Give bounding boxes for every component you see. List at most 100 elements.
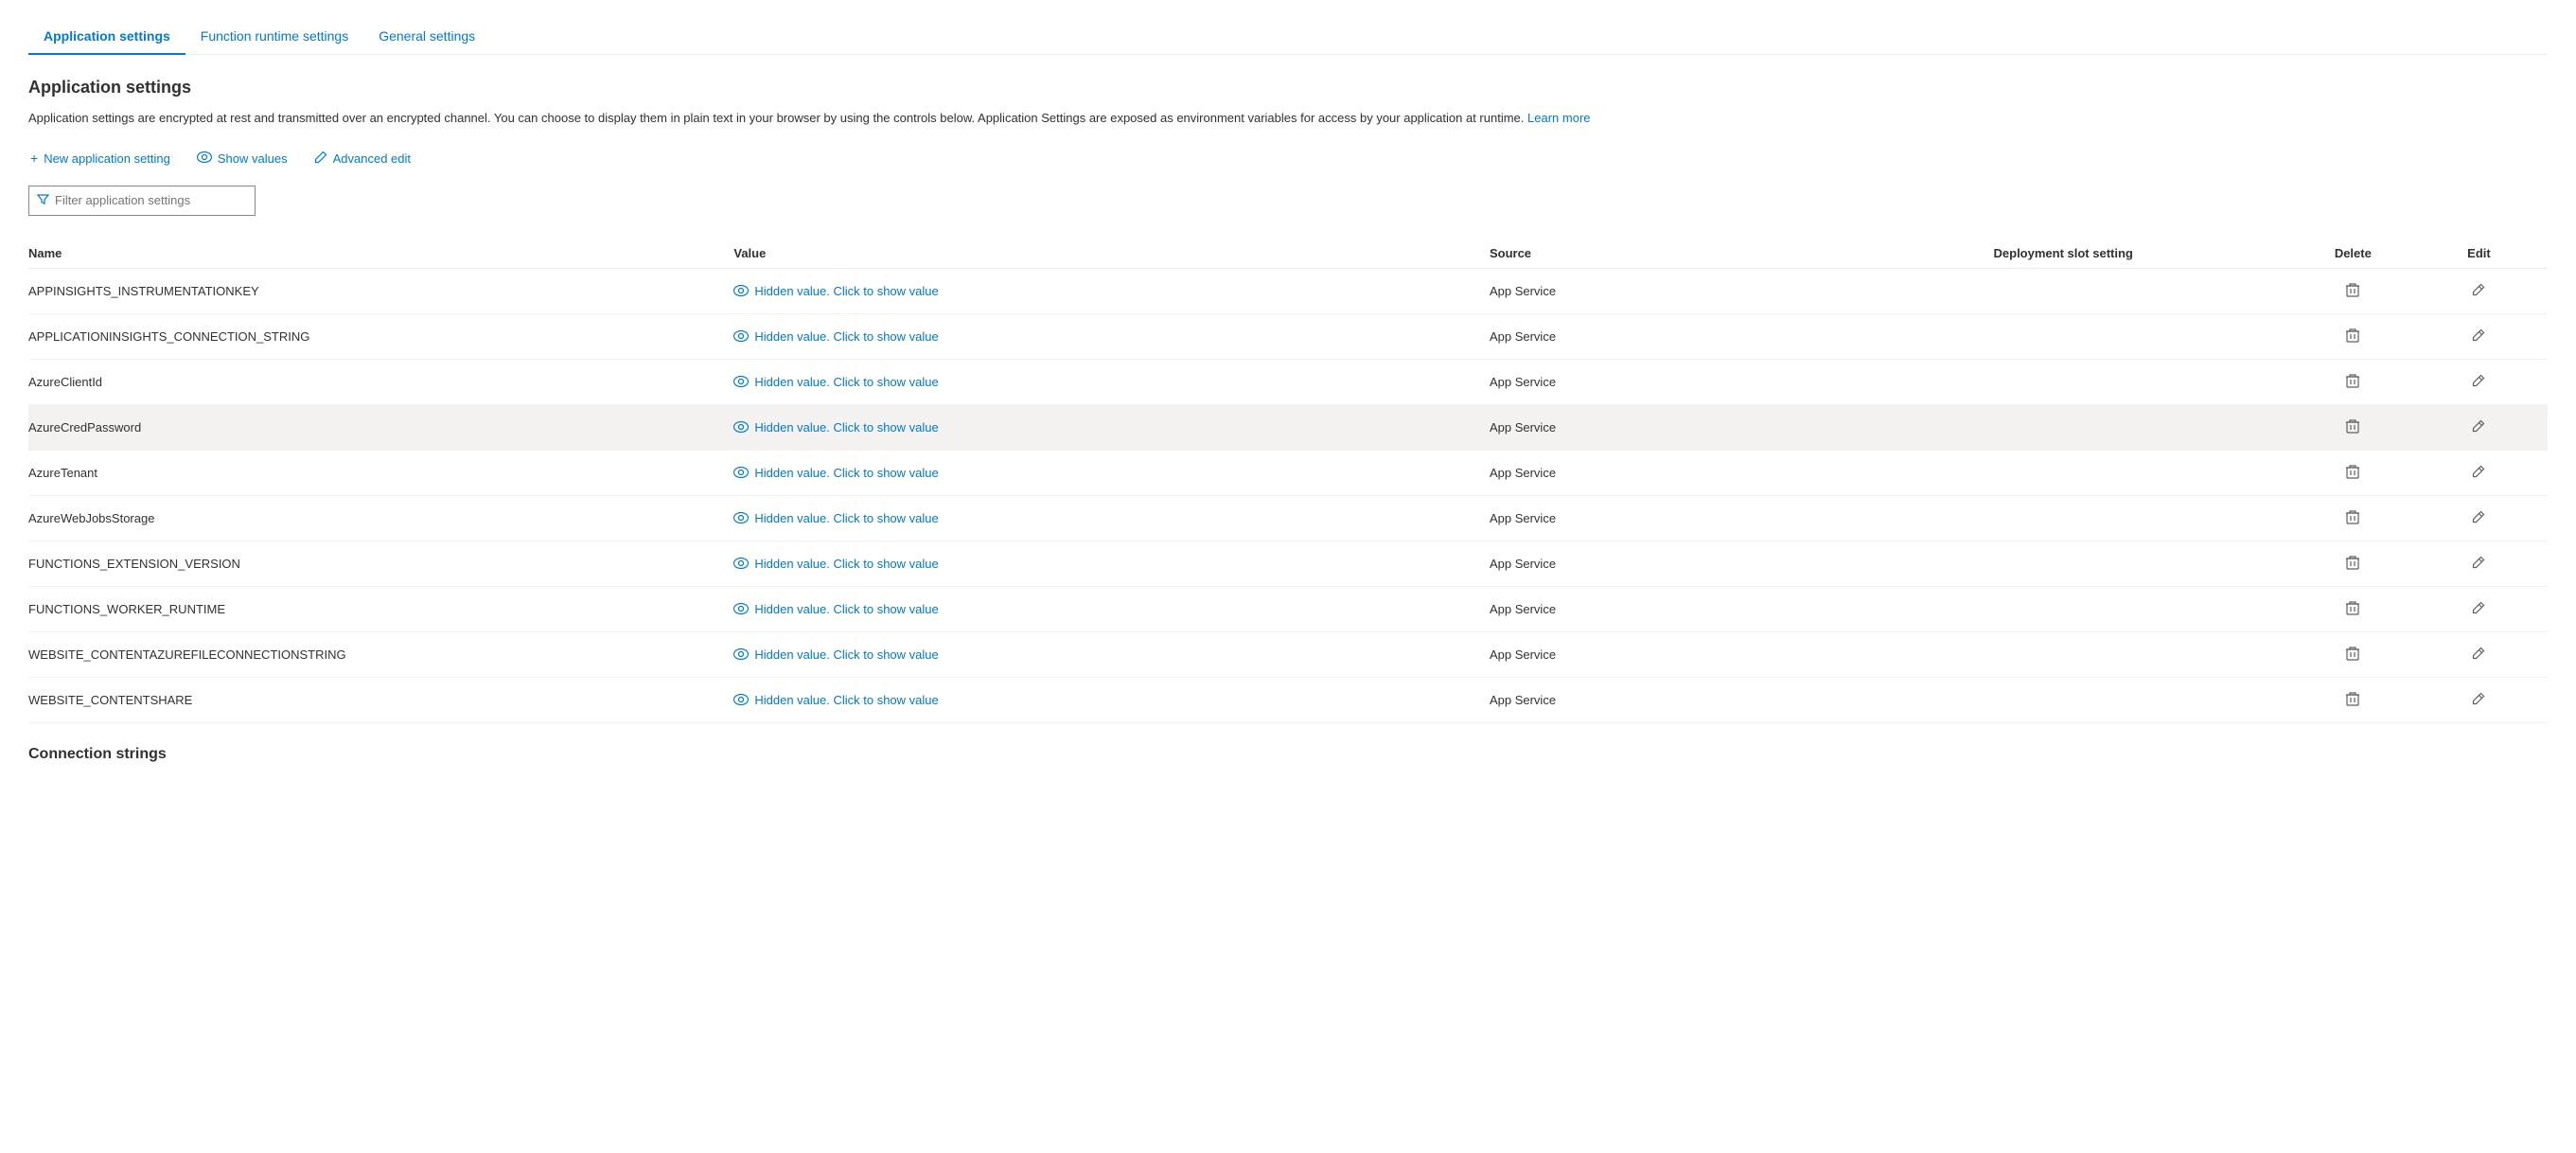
delete-button[interactable] <box>2342 324 2363 349</box>
edit-cell[interactable] <box>2422 268 2548 313</box>
delete-cell[interactable] <box>2296 450 2422 495</box>
delete-button[interactable] <box>2342 551 2363 576</box>
delete-button[interactable] <box>2342 460 2363 486</box>
delete-cell[interactable] <box>2296 404 2422 450</box>
setting-source: App Service <box>1490 677 1843 722</box>
filter-input[interactable] <box>55 193 247 207</box>
tab-function-runtime-settings[interactable]: Function runtime settings <box>185 19 363 55</box>
show-value-link[interactable]: Hidden value. Click to show value <box>733 420 1478 435</box>
tab-general-settings[interactable]: General settings <box>363 19 490 55</box>
delete-cell[interactable] <box>2296 631 2422 677</box>
edit-button[interactable] <box>2468 325 2489 348</box>
new-application-setting-button[interactable]: + New application setting <box>28 147 172 169</box>
delete-cell[interactable] <box>2296 677 2422 722</box>
setting-source: App Service <box>1490 541 1843 586</box>
setting-name: AzureTenant <box>28 450 733 495</box>
edit-cell[interactable] <box>2422 586 2548 631</box>
show-value-link[interactable]: Hidden value. Click to show value <box>733 466 1478 480</box>
edit-button[interactable] <box>2468 597 2489 621</box>
table-row: WEBSITE_CONTENTAZUREFILECONNECTIONSTRING… <box>28 631 2548 677</box>
delete-cell[interactable] <box>2296 359 2422 404</box>
col-header-value: Value <box>733 239 1490 269</box>
setting-source: App Service <box>1490 586 1843 631</box>
setting-value[interactable]: Hidden value. Click to show value <box>733 450 1490 495</box>
col-header-delete: Delete <box>2296 239 2422 269</box>
col-header-source: Source <box>1490 239 1843 269</box>
setting-name: AzureClientId <box>28 359 733 404</box>
setting-source: App Service <box>1490 495 1843 541</box>
setting-name: FUNCTIONS_EXTENSION_VERSION <box>28 541 733 586</box>
edit-button[interactable] <box>2468 279 2489 303</box>
delete-button[interactable] <box>2342 506 2363 531</box>
deployment-slot-cell <box>1843 313 2296 359</box>
deployment-slot-cell <box>1843 450 2296 495</box>
edit-button[interactable] <box>2468 370 2489 394</box>
edit-cell[interactable] <box>2422 450 2548 495</box>
deployment-slot-cell <box>1843 677 2296 722</box>
show-value-link[interactable]: Hidden value. Click to show value <box>733 557 1478 571</box>
pencil-icon <box>314 151 327 167</box>
table-row: AzureTenant Hidden value. Click to show … <box>28 450 2548 495</box>
col-header-edit: Edit <box>2422 239 2548 269</box>
delete-cell[interactable] <box>2296 586 2422 631</box>
setting-value[interactable]: Hidden value. Click to show value <box>733 631 1490 677</box>
setting-value[interactable]: Hidden value. Click to show value <box>733 586 1490 631</box>
edit-button[interactable] <box>2468 552 2489 576</box>
delete-button[interactable] <box>2342 415 2363 440</box>
delete-button[interactable] <box>2342 642 2363 667</box>
setting-value[interactable]: Hidden value. Click to show value <box>733 404 1490 450</box>
setting-value[interactable]: Hidden value. Click to show value <box>733 541 1490 586</box>
show-value-link[interactable]: Hidden value. Click to show value <box>733 375 1478 389</box>
show-value-link[interactable]: Hidden value. Click to show value <box>733 329 1478 344</box>
setting-name: WEBSITE_CONTENTSHARE <box>28 677 733 722</box>
delete-button[interactable] <box>2342 596 2363 622</box>
settings-table: Name Value Source Deployment slot settin… <box>28 239 2548 723</box>
edit-button[interactable] <box>2468 461 2489 485</box>
filter-container <box>28 186 256 216</box>
delete-cell[interactable] <box>2296 541 2422 586</box>
edit-cell[interactable] <box>2422 631 2548 677</box>
edit-button[interactable] <box>2468 643 2489 666</box>
setting-value[interactable]: Hidden value. Click to show value <box>733 268 1490 313</box>
edit-button[interactable] <box>2468 416 2489 439</box>
setting-value[interactable]: Hidden value. Click to show value <box>733 495 1490 541</box>
table-row: FUNCTIONS_WORKER_RUNTIME Hidden value. C… <box>28 586 2548 631</box>
edit-button[interactable] <box>2468 506 2489 530</box>
setting-name: APPINSIGHTS_INSTRUMENTATIONKEY <box>28 268 733 313</box>
show-value-link[interactable]: Hidden value. Click to show value <box>733 647 1478 662</box>
delete-button[interactable] <box>2342 278 2363 304</box>
show-value-link[interactable]: Hidden value. Click to show value <box>733 602 1478 616</box>
table-row: WEBSITE_CONTENTSHARE Hidden value. Click… <box>28 677 2548 722</box>
tab-application-settings[interactable]: Application settings <box>28 19 185 55</box>
edit-cell[interactable] <box>2422 313 2548 359</box>
delete-cell[interactable] <box>2296 495 2422 541</box>
setting-name: APPLICATIONINSIGHTS_CONNECTION_STRING <box>28 313 733 359</box>
learn-more-link[interactable]: Learn more <box>1527 111 1590 125</box>
edit-cell[interactable] <box>2422 541 2548 586</box>
setting-name: WEBSITE_CONTENTAZUREFILECONNECTIONSTRING <box>28 631 733 677</box>
show-value-link[interactable]: Hidden value. Click to show value <box>733 284 1478 298</box>
advanced-edit-button[interactable]: Advanced edit <box>312 147 413 170</box>
show-values-button[interactable]: Show values <box>195 147 290 169</box>
filter-icon <box>37 193 49 208</box>
edit-cell[interactable] <box>2422 359 2548 404</box>
deployment-slot-cell <box>1843 495 2296 541</box>
table-row: AzureClientId Hidden value. Click to sho… <box>28 359 2548 404</box>
edit-button[interactable] <box>2468 688 2489 712</box>
setting-value[interactable]: Hidden value. Click to show value <box>733 677 1490 722</box>
setting-value[interactable]: Hidden value. Click to show value <box>733 313 1490 359</box>
deployment-slot-cell <box>1843 586 2296 631</box>
deployment-slot-cell <box>1843 404 2296 450</box>
edit-cell[interactable] <box>2422 495 2548 541</box>
delete-button[interactable] <box>2342 369 2363 395</box>
edit-cell[interactable] <box>2422 404 2548 450</box>
show-value-link[interactable]: Hidden value. Click to show value <box>733 693 1478 707</box>
show-value-link[interactable]: Hidden value. Click to show value <box>733 511 1478 525</box>
delete-cell[interactable] <box>2296 313 2422 359</box>
edit-cell[interactable] <box>2422 677 2548 722</box>
setting-value[interactable]: Hidden value. Click to show value <box>733 359 1490 404</box>
delete-cell[interactable] <box>2296 268 2422 313</box>
setting-name: AzureWebJobsStorage <box>28 495 733 541</box>
setting-source: App Service <box>1490 631 1843 677</box>
delete-button[interactable] <box>2342 687 2363 713</box>
